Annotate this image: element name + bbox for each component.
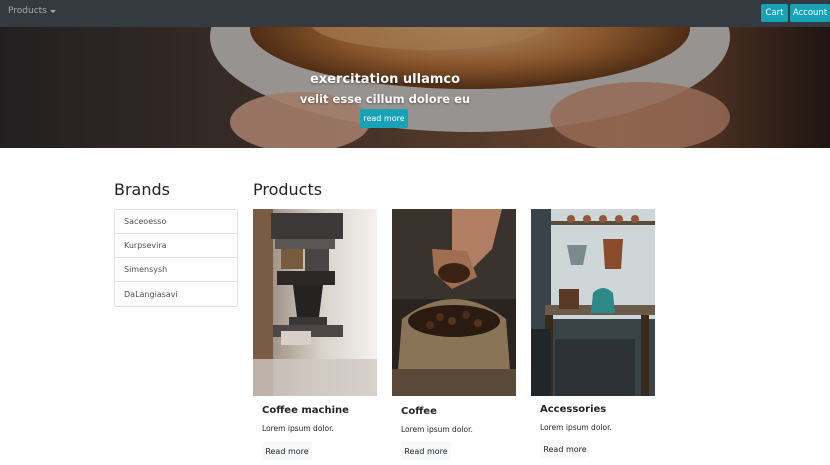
hero-title: exercitation ullamco [309,72,461,87]
product-card-text: Lorem ipsum dolor. [401,425,473,434]
coffee-cup-hero-image [0,27,830,148]
product-card-title: Coffee [401,406,437,417]
cart-button[interactable]: Cart [761,4,788,22]
read-more-button[interactable]: Read more [262,442,312,460]
coffee-accessories-image [531,209,655,396]
product-card-coffee-machine: Coffee machine Lorem ipsum dolor. Read m… [253,209,377,465]
coffee-beans-image [392,209,516,396]
coffee-machine-image [253,209,377,396]
hero-read-more-button[interactable]: read more [360,109,408,128]
products-dropdown-label: Products [8,6,47,16]
products-heading: Products [253,180,323,199]
brands-heading: Brands [114,180,170,199]
brand-item[interactable]: Simensysh [115,258,237,282]
read-more-button[interactable]: Read more [401,442,451,460]
hero-banner: exercitation ullamco velit esse cillum d… [0,27,830,148]
brand-item[interactable]: DaLangiasavi [115,282,237,306]
navbar: Products Cart Account [0,0,830,27]
brand-item[interactable]: Kurpsevira [115,234,237,258]
brand-list: Saceoesso Kurpsevira Simensysh DaLangias… [114,209,238,307]
read-more-button[interactable]: Read more [540,440,590,458]
account-button[interactable]: Account [790,4,830,22]
brand-item[interactable]: Saceoesso [115,210,237,234]
products-dropdown-toggle[interactable]: Products [8,6,56,16]
hero-subtitle: velit esse cillum dolore eu [299,92,471,106]
product-card-title: Coffee machine [262,405,349,416]
product-card-accessories: Accessories Lorem ipsum dolor. Read more [531,209,655,465]
product-card-coffee: Coffee Lorem ipsum dolor. Read more [392,209,516,465]
product-card-text: Lorem ipsum dolor. [262,424,334,433]
product-card-text: Lorem ipsum dolor. [540,423,612,432]
product-card-title: Accessories [540,404,607,415]
caret-down-icon [49,10,56,13]
